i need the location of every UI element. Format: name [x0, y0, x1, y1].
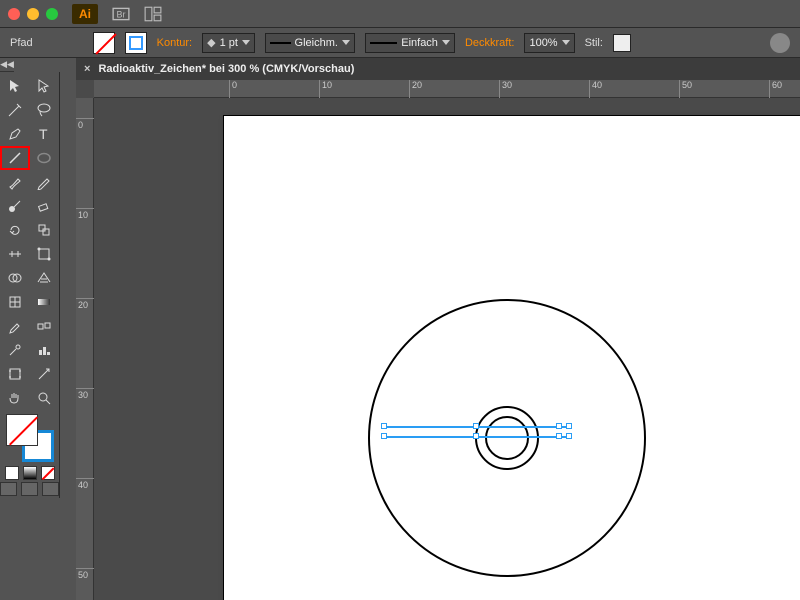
fill-indicator[interactable] — [6, 414, 38, 446]
stroke-profile-2-value: Einfach — [401, 37, 438, 49]
free-transform-tool[interactable] — [30, 242, 60, 266]
scale-tool[interactable] — [30, 218, 60, 242]
stroke-swatch[interactable] — [125, 32, 147, 54]
paintbrush-tool[interactable] — [0, 170, 30, 194]
artwork-inner-circle — [485, 416, 529, 460]
app-badge: Ai — [72, 4, 98, 24]
ruler-tick: 10 — [76, 208, 94, 220]
ruler-tick: 30 — [499, 80, 512, 98]
artboard-tool[interactable] — [0, 362, 30, 386]
ruler-tick: 30 — [76, 388, 94, 400]
screen-mode-row — [0, 482, 59, 496]
eraser-tool[interactable] — [30, 194, 60, 218]
selection-handle[interactable] — [556, 423, 562, 429]
direct-selection-tool[interactable] — [30, 74, 60, 98]
blob-brush-tool[interactable] — [0, 194, 30, 218]
selection-handle[interactable] — [473, 433, 479, 439]
ruler-tick: 0 — [76, 118, 94, 130]
ellipse-tool[interactable] — [30, 146, 60, 170]
ruler-tick: 50 — [679, 80, 692, 98]
draw-inside-icon[interactable] — [42, 482, 59, 496]
svg-text:T: T — [39, 126, 48, 142]
selection-handle[interactable] — [381, 433, 387, 439]
color-mode-gradient[interactable] — [23, 466, 37, 480]
control-bar: Pfad Kontur: ◆1 pt Gleichm. Einfach Deck… — [0, 28, 800, 58]
ruler-tick: 20 — [409, 80, 422, 98]
selection-handle[interactable] — [381, 423, 387, 429]
stroke-weight-value: 1 pt — [220, 37, 238, 49]
draw-behind-icon[interactable] — [21, 482, 38, 496]
document-tab[interactable]: × Radioaktiv_Zeichen* bei 300 % (CMYK/Vo… — [76, 58, 800, 80]
draw-normal-icon[interactable] — [0, 482, 17, 496]
bridge-icon[interactable]: Br — [112, 5, 130, 23]
selection-type-label: Pfad — [10, 37, 33, 49]
ruler-tick: 0 — [229, 80, 237, 98]
arrange-docs-icon[interactable] — [144, 5, 162, 23]
document-tab-title: Radioaktiv_Zeichen* bei 300 % (CMYK/Vors… — [98, 63, 354, 75]
selection-handle[interactable] — [473, 423, 479, 429]
canvas[interactable]: Abbildung: 16 — [94, 98, 800, 600]
ruler-tick: 20 — [76, 298, 94, 310]
pencil-tool[interactable] — [30, 170, 60, 194]
stroke-profile-dropdown-2[interactable]: Einfach — [365, 33, 455, 53]
ruler-tick: 10 — [319, 80, 332, 98]
fill-stroke-indicator[interactable] — [6, 414, 54, 462]
hand-tool[interactable] — [0, 386, 30, 410]
fill-swatch[interactable] — [93, 32, 115, 54]
zoom-tool[interactable] — [30, 386, 60, 410]
ruler-vertical[interactable]: 0 10 20 30 40 50 — [76, 98, 94, 600]
close-tab-icon[interactable]: × — [84, 63, 90, 75]
gradient-tool[interactable] — [30, 290, 60, 314]
rotate-tool[interactable] — [0, 218, 30, 242]
shape-builder-tool[interactable] — [0, 266, 30, 290]
selection-handle[interactable] — [566, 433, 572, 439]
stroke-profile-dropdown-1[interactable]: Gleichm. — [265, 33, 355, 53]
mesh-tool[interactable] — [0, 290, 30, 314]
color-mode-row — [0, 466, 59, 480]
document-area: × Radioaktiv_Zeichen* bei 300 % (CMYK/Vo… — [76, 58, 800, 600]
opacity-value: 100% — [529, 37, 557, 49]
ruler-tick: 40 — [589, 80, 602, 98]
type-tool[interactable]: T — [30, 122, 60, 146]
selection-tool[interactable] — [0, 74, 30, 98]
titlebar: Ai Br — [0, 0, 800, 28]
ruler-tick: 50 — [76, 568, 94, 580]
stroke-label: Kontur: — [157, 37, 192, 49]
selection-handle[interactable] — [556, 433, 562, 439]
width-tool[interactable] — [0, 242, 30, 266]
pen-tool[interactable] — [0, 122, 30, 146]
lasso-tool[interactable] — [30, 98, 60, 122]
style-label: Stil: — [585, 37, 603, 49]
sync-icon[interactable] — [770, 33, 790, 53]
line-segment-tool[interactable] — [0, 146, 30, 170]
color-mode-none[interactable] — [41, 466, 55, 480]
opacity-label: Deckkraft: — [465, 37, 515, 49]
eyedropper-tool[interactable] — [0, 314, 30, 338]
slice-tool[interactable] — [30, 362, 60, 386]
selection-handle[interactable] — [566, 423, 572, 429]
artboard: Abbildung: 16 — [224, 116, 800, 600]
close-window-icon[interactable] — [8, 8, 20, 20]
panel-collapse-icon[interactable]: ◀◀ — [0, 58, 14, 72]
maximize-window-icon[interactable] — [46, 8, 58, 20]
magic-wand-tool[interactable] — [0, 98, 30, 122]
window-controls — [8, 8, 58, 20]
symbol-sprayer-tool[interactable] — [0, 338, 30, 362]
blend-tool[interactable] — [30, 314, 60, 338]
color-mode-solid[interactable] — [5, 466, 19, 480]
ruler-tick: 60 — [769, 80, 782, 98]
stroke-profile-1-value: Gleichm. — [295, 37, 338, 49]
column-graph-tool[interactable] — [30, 338, 60, 362]
svg-text:Br: Br — [117, 9, 126, 19]
toolbox: T — [0, 72, 60, 498]
opacity-dropdown[interactable]: 100% — [524, 33, 574, 53]
ruler-tick: 40 — [76, 478, 94, 490]
stroke-weight-dropdown[interactable]: ◆1 pt — [202, 33, 255, 53]
perspective-grid-tool[interactable] — [30, 266, 60, 290]
minimize-window-icon[interactable] — [27, 8, 39, 20]
ruler-horizontal[interactable]: 0 10 20 30 40 50 60 — [94, 80, 800, 98]
style-swatch[interactable] — [613, 34, 631, 52]
